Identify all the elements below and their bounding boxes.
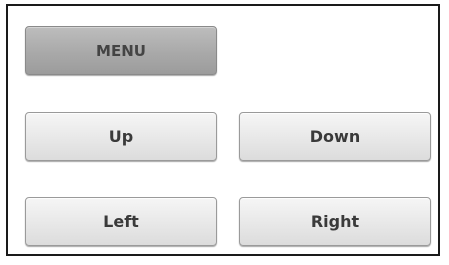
control-panel: MENU Up Down Left Right [6, 4, 440, 256]
up-button[interactable]: Up [25, 112, 217, 161]
right-button-label: Right [310, 212, 360, 231]
menu-button-label: MENU [96, 41, 146, 60]
left-button-label: Left [103, 212, 139, 231]
left-button[interactable]: Left [25, 197, 217, 246]
up-button-label: Up [108, 127, 134, 146]
menu-button[interactable]: MENU [25, 26, 217, 75]
right-button[interactable]: Right [239, 197, 431, 246]
down-button[interactable]: Down [239, 112, 431, 161]
down-button-label: Down [309, 127, 361, 146]
